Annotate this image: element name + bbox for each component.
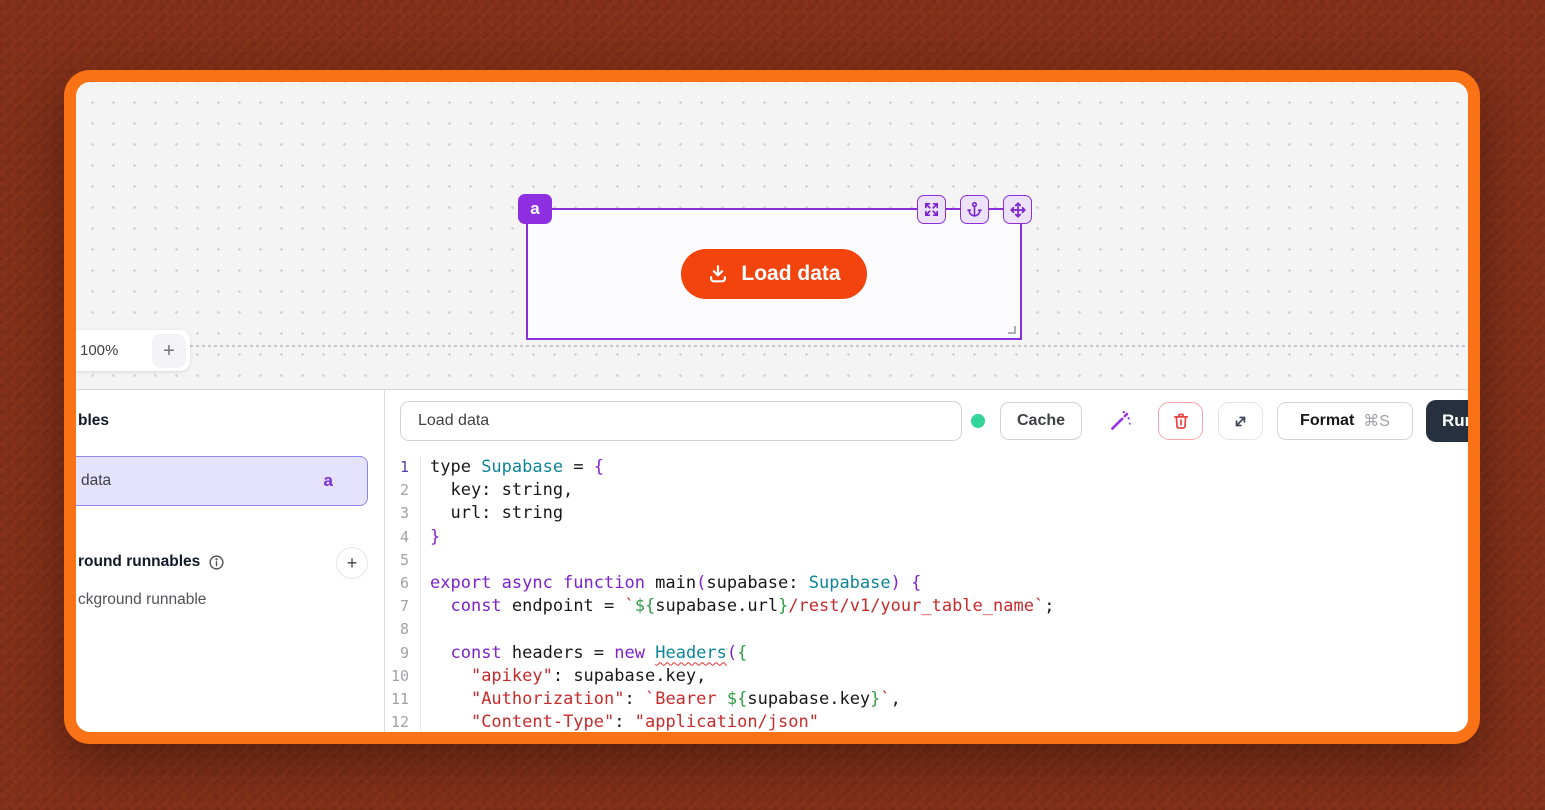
code-line[interactable]: 11 "Authorization": `Bearer ${supabase.k… (385, 688, 1468, 711)
code-line[interactable]: 9 const headers = new Headers({ (385, 642, 1468, 665)
maximize-icon (923, 201, 940, 218)
line-number: 3 (385, 502, 421, 525)
status-dot-icon (971, 414, 985, 428)
load-data-button-label: Load data (741, 262, 840, 286)
code-line[interactable]: 5 (385, 549, 1468, 572)
line-number: 2 (385, 479, 421, 502)
run-button[interactable]: Run (1426, 400, 1480, 442)
line-number: 9 (385, 642, 421, 665)
line-number: 11 (385, 688, 421, 711)
line-number: 12 (385, 711, 421, 732)
component-id-badge: a (518, 194, 552, 224)
info-icon[interactable] (208, 554, 225, 571)
line-number: 8 (385, 618, 421, 641)
code-line[interactable]: 8 (385, 618, 1468, 641)
anchor-icon (966, 201, 983, 218)
code-line[interactable]: 7 const endpoint = `${supabase.url}/rest… (385, 595, 1468, 618)
background-runnables-title: round runnables (78, 553, 200, 571)
code-line[interactable]: 2 key: string, (385, 479, 1468, 502)
runnable-item-badge: a (324, 471, 333, 491)
code-line[interactable]: 4} (385, 526, 1468, 549)
app-canvas[interactable]: a (76, 82, 1468, 389)
desktop-background: { "colors": { "desktop": "#87321a", "fra… (0, 0, 1545, 810)
delete-runnable-button[interactable] (1158, 402, 1203, 440)
selected-component[interactable]: a (526, 208, 1022, 340)
magic-wand-icon (1107, 408, 1133, 434)
resize-handle[interactable] (1008, 326, 1016, 334)
background-runnables-empty-text: ckground runnable (78, 591, 206, 609)
line-number: 4 (385, 526, 421, 549)
trash-icon (1171, 411, 1191, 431)
component-handles (917, 195, 1032, 224)
zoom-control: 100% + (64, 330, 190, 371)
cache-button[interactable]: Cache (1000, 402, 1082, 440)
line-number: 1 (385, 456, 421, 479)
line-number: 10 (385, 665, 421, 688)
download-icon (707, 263, 729, 285)
ai-assist-button[interactable] (1101, 404, 1139, 438)
bottom-panel: bles data a round runnables + ckground r… (76, 389, 1468, 732)
code-line[interactable]: 6export async function main(supabase: Su… (385, 572, 1468, 595)
code-line[interactable]: 10 "apikey": supabase.key, (385, 665, 1468, 688)
background-runnables-section-header: round runnables (78, 553, 225, 571)
diagonal-expand-icon (1231, 412, 1250, 431)
app-window: a (64, 70, 1480, 744)
add-background-runnable-button[interactable]: + (336, 547, 368, 579)
zoom-in-button[interactable]: + (152, 334, 186, 368)
runnable-item-label: data (81, 472, 111, 490)
code-line[interactable]: 12 "Content-Type": "application/json" (385, 711, 1468, 732)
anchor-component-button[interactable] (960, 195, 989, 224)
move-component-button[interactable] (1003, 195, 1032, 224)
zoom-level-label: 100% (80, 342, 118, 359)
expand-editor-button[interactable] (1218, 402, 1263, 440)
line-number: 5 (385, 549, 421, 572)
runnables-header: bles (78, 412, 109, 430)
format-button[interactable]: Format ⌘S (1277, 402, 1413, 440)
runnable-name-input[interactable] (400, 401, 962, 441)
move-icon (1009, 201, 1027, 219)
runnable-editor: Cache (385, 390, 1468, 732)
code-line[interactable]: 1type Supabase = { (385, 456, 1468, 479)
line-number: 6 (385, 572, 421, 595)
line-number: 7 (385, 595, 421, 618)
format-button-label: Format (1300, 412, 1354, 430)
runnables-sidebar: bles data a round runnables + ckground r… (76, 390, 385, 732)
canvas-boundary-dashed-line (76, 345, 1468, 347)
code-editor[interactable]: 1type Supabase = {2 key: string,3 url: s… (385, 448, 1468, 732)
load-data-button[interactable]: Load data (681, 249, 866, 299)
expand-component-button[interactable] (917, 195, 946, 224)
runnable-list-item[interactable]: data a (64, 456, 368, 506)
format-shortcut: ⌘S (1363, 411, 1390, 431)
code-line[interactable]: 3 url: string (385, 502, 1468, 525)
